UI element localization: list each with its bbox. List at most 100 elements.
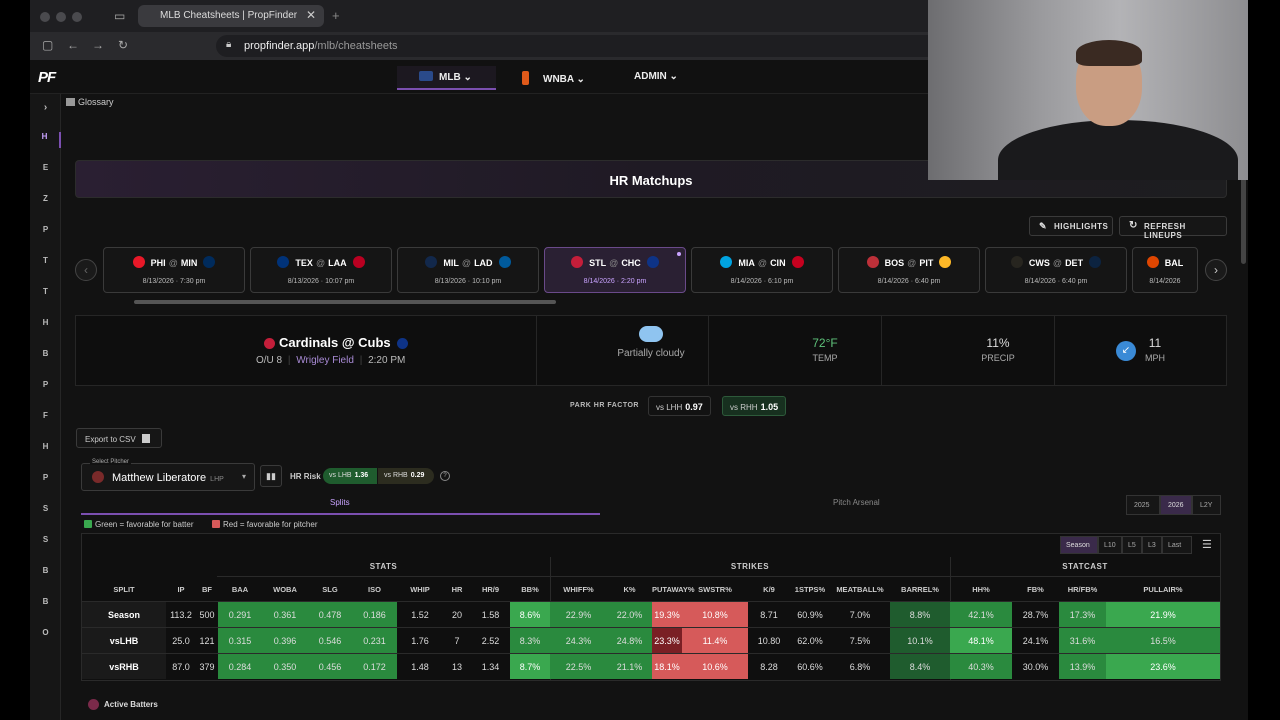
rail-item[interactable]: P [30, 380, 61, 396]
nav-wnba[interactable]: WNBA ⌄ [522, 66, 594, 90]
file-export-icon [141, 434, 150, 443]
range-l3[interactable]: L3 [1142, 536, 1162, 554]
rail-item[interactable]: P [30, 225, 61, 241]
tab-overview-icon[interactable]: ▭ [114, 9, 125, 23]
help-icon[interactable]: ? [440, 471, 450, 481]
year-2025[interactable]: 2025 [1126, 495, 1160, 515]
column-header[interactable]: IP [166, 585, 196, 594]
tab-splits[interactable]: Splits [330, 498, 350, 507]
venue-link[interactable]: Wrigley Field [296, 355, 354, 366]
close-window-button[interactable] [40, 12, 50, 22]
game-card[interactable]: TEX @ LAA 8/13/2026 · 10:07 pm [250, 247, 392, 293]
away-team-logo-icon [1146, 256, 1159, 268]
rail-item[interactable]: P [30, 473, 61, 489]
column-header[interactable]: WHIFF% [550, 585, 607, 594]
column-header[interactable]: SWSTR% [682, 585, 748, 594]
home-team-logo-icon [939, 256, 952, 268]
game-card[interactable]: MIA @ CIN 8/14/2026 · 6:10 pm [691, 247, 833, 293]
tab-pitch-arsenal[interactable]: Pitch Arsenal [833, 498, 880, 507]
column-header[interactable]: 1STPS% [790, 585, 830, 594]
rail-item[interactable]: B [30, 597, 61, 613]
range-l10[interactable]: L10 [1098, 536, 1122, 554]
refresh-lineups-button[interactable]: ↻ REFRESH LINEUPS [1119, 216, 1227, 240]
column-header[interactable]: FB% [1012, 585, 1059, 594]
column-header[interactable]: HH% [950, 585, 1012, 594]
column-header[interactable]: PULLAIR% [1106, 585, 1220, 594]
highlights-button[interactable]: ✎ HIGHLIGHTS [1029, 216, 1113, 236]
column-header[interactable]: SPLIT [82, 585, 166, 594]
column-header[interactable]: WOBA [262, 585, 308, 594]
table-cell: 25.0 [172, 636, 190, 646]
rail-item[interactable]: O [30, 628, 61, 644]
home-team: CHC [621, 258, 641, 268]
column-header[interactable]: BARREL% [890, 585, 950, 594]
column-header[interactable]: BAA [218, 585, 262, 594]
year-2026[interactable]: 2026 [1160, 495, 1192, 515]
address-bar[interactable]: 🔒︎ propfinder.app/mlb/cheatsheets [216, 35, 946, 57]
rail-item[interactable]: B [30, 349, 61, 365]
rail-item[interactable]: B [30, 566, 61, 582]
column-header[interactable]: HR/9 [471, 585, 510, 594]
minimize-window-button[interactable] [56, 12, 66, 22]
year-l2y[interactable]: L2Y [1192, 495, 1221, 515]
column-header[interactable]: BF [196, 585, 218, 594]
game-card[interactable]: BOS @ PIT 8/14/2026 · 6:40 pm [838, 247, 980, 293]
propfinder-logo[interactable]: PF [38, 69, 56, 86]
column-header[interactable]: BB% [510, 585, 550, 594]
rail-item[interactable]: S [30, 535, 61, 551]
park-rhh-label: vs RHH [730, 403, 758, 412]
table-cell: 19.3% [652, 602, 682, 627]
reload-icon[interactable]: ↻ [118, 38, 128, 52]
column-header[interactable]: HR [443, 585, 471, 594]
game-card[interactable]: PHI @ MIN 8/13/2026 · 7:30 pm [103, 247, 245, 293]
game-card[interactable]: BAL 8/14/2026 [1132, 247, 1198, 293]
column-header[interactable]: PUTAWAY% [652, 585, 695, 594]
table-cell: 0.231 [352, 628, 397, 653]
nav-mlb[interactable]: MLB ⌄ [397, 66, 496, 90]
column-header[interactable]: HR/FB% [1059, 585, 1106, 594]
forward-arrow-icon[interactable]: → [92, 38, 104, 52]
rail-item[interactable]: Z [30, 194, 61, 210]
rail-item[interactable]: E [30, 163, 61, 179]
rail-item[interactable]: H [30, 442, 61, 458]
temp-label: TEMP [812, 353, 838, 363]
browser-tab[interactable]: MLB Cheatsheets | PropFinder ✕ [138, 5, 324, 27]
table-cell: 0.186 [352, 602, 397, 627]
rail-item[interactable]: H [30, 318, 61, 334]
maximize-window-button[interactable] [72, 12, 82, 22]
rail-item[interactable]: H [30, 132, 61, 148]
rail-item[interactable]: S [30, 504, 61, 520]
column-header[interactable]: WHIP [397, 585, 443, 594]
rail-item[interactable]: T [30, 287, 61, 303]
back-arrow-icon[interactable]: ← [67, 38, 79, 52]
rail-expand-icon[interactable]: › [30, 102, 61, 113]
games-next-button[interactable]: › [1205, 259, 1227, 281]
column-header[interactable]: K/9 [748, 585, 790, 594]
close-tab-icon[interactable]: ✕ [306, 8, 316, 22]
game-card[interactable]: STL @ CHC 8/14/2026 · 2:20 pm [544, 247, 686, 293]
new-tab-icon[interactable]: + [332, 8, 340, 23]
game-card[interactable]: CWS @ DET 8/14/2026 · 6:40 pm [985, 247, 1127, 293]
column-header[interactable]: MEATBALL% [830, 585, 890, 594]
range-l5[interactable]: L5 [1122, 536, 1142, 554]
sidebar-toggle-icon[interactable]: ▢ [42, 38, 53, 52]
column-header[interactable]: K% [607, 585, 652, 594]
games-prev-button[interactable]: ‹ [75, 259, 97, 281]
games-scrollbar[interactable] [134, 300, 556, 304]
game-card[interactable]: MIL @ LAD 8/13/2026 · 10:10 pm [397, 247, 539, 293]
bar-chart-button[interactable]: ▮▮ [260, 465, 282, 487]
home-team: DET [1065, 258, 1084, 268]
filter-settings-icon[interactable]: ☰ [1202, 538, 1212, 551]
rail-item[interactable]: T [30, 256, 61, 272]
rail-item[interactable]: F [30, 411, 61, 427]
range-season[interactable]: Season [1060, 536, 1098, 554]
over-under: O/U 8 [256, 355, 283, 366]
column-header[interactable]: ISO [352, 585, 397, 594]
table-cell: 11.4% [682, 628, 748, 653]
glossary-link[interactable]: Glossary [66, 97, 114, 107]
nav-admin[interactable]: ADMIN ⌄ [634, 66, 694, 90]
pitcher-select[interactable]: Select Pitcher Matthew Liberatore LHP ▾ [81, 459, 255, 491]
export-csv-button[interactable]: Export to CSV [76, 428, 162, 448]
column-header[interactable]: SLG [308, 585, 352, 594]
range-last[interactable]: Last [1162, 536, 1192, 554]
